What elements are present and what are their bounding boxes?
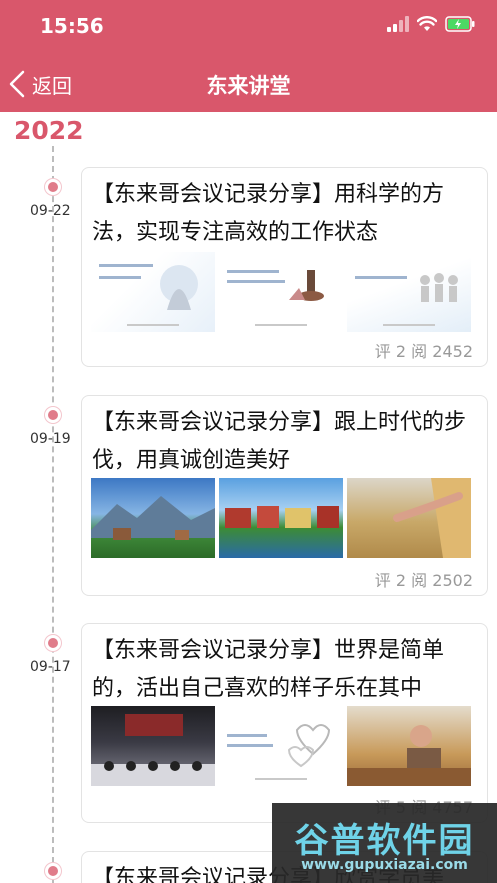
site-watermark: 谷普软件园 www.gupuxiazai.com bbox=[272, 803, 497, 883]
views-count: 2452 bbox=[432, 342, 473, 361]
article-thumbnails bbox=[91, 478, 471, 558]
views-label: 阅 bbox=[411, 342, 428, 361]
article-meta: 评 2 阅 2452 bbox=[375, 338, 473, 362]
article-card[interactable]: 【东来哥会议记录分享】世界是简单的，活出自己喜欢的样子乐在其中 bbox=[81, 623, 488, 823]
article-thumbnails bbox=[91, 252, 471, 332]
article-thumbnail bbox=[347, 252, 471, 332]
status-time: 15:56 bbox=[40, 14, 104, 38]
timeline-date: 09-17 bbox=[30, 659, 71, 675]
battery-charging-icon bbox=[445, 16, 475, 32]
timeline-year: 2022 bbox=[14, 116, 84, 145]
views-count: 2502 bbox=[432, 571, 473, 590]
article-thumbnail bbox=[347, 706, 471, 786]
article-thumbnail bbox=[91, 252, 215, 332]
article-card[interactable]: 【东来哥会议记录分享】用科学的方法，实现专注高效的工作状态 评 2 阅 2452 bbox=[81, 167, 488, 367]
article-thumbnail bbox=[219, 478, 343, 558]
timeline-line bbox=[52, 146, 54, 883]
timeline-dot bbox=[45, 863, 61, 879]
article-thumbnail bbox=[91, 706, 215, 786]
status-bar: 15:56 bbox=[0, 0, 497, 56]
article-thumbnail bbox=[219, 252, 343, 332]
article-thumbnail bbox=[347, 478, 471, 558]
timeline-dot bbox=[45, 179, 61, 195]
views-label: 阅 bbox=[411, 571, 428, 590]
wifi-icon bbox=[417, 16, 437, 31]
article-thumbnail bbox=[219, 706, 343, 786]
page-title: 东来讲堂 bbox=[206, 74, 291, 98]
article-title: 【东来哥会议记录分享】跟上时代的步伐，用真诚创造美好 bbox=[92, 410, 467, 473]
watermark-url: www.gupuxiazai.com bbox=[301, 857, 468, 873]
comments-label: 评 bbox=[374, 571, 391, 590]
article-card[interactable]: 【东来哥会议记录分享】跟上时代的步伐，用真诚创造美好 评 2 阅 2502 bbox=[81, 395, 488, 596]
comments-count: 2 bbox=[395, 342, 407, 361]
timeline-date: 09-19 bbox=[30, 431, 71, 447]
comments-count: 2 bbox=[395, 571, 407, 590]
timeline-dot bbox=[45, 635, 61, 651]
timeline-dot bbox=[45, 407, 61, 423]
signal-icon bbox=[387, 16, 409, 32]
article-thumbnails bbox=[91, 706, 471, 786]
article-meta: 评 2 阅 2502 bbox=[375, 567, 473, 591]
nav-bar: 返回 东来讲堂 bbox=[0, 56, 497, 112]
watermark-title: 谷普软件园 bbox=[294, 821, 475, 861]
timeline-date: 09-22 bbox=[30, 203, 71, 219]
article-title: 【东来哥会议记录分享】世界是简单的，活出自己喜欢的样子乐在其中 bbox=[92, 638, 445, 701]
status-icons bbox=[387, 16, 475, 32]
comments-label: 评 bbox=[374, 342, 391, 361]
article-title: 【东来哥会议记录分享】用科学的方法，实现专注高效的工作状态 bbox=[92, 182, 445, 245]
article-thumbnail bbox=[91, 478, 215, 558]
